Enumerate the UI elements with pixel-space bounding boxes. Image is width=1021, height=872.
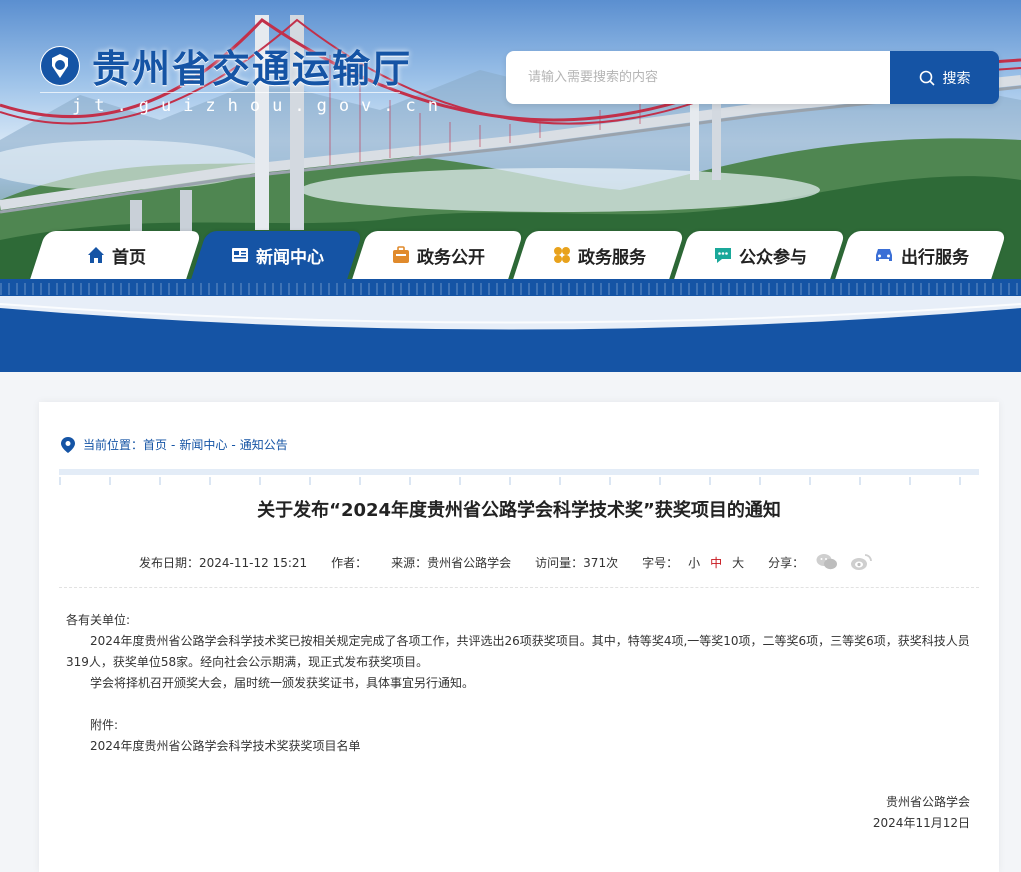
- article-card: 当前位置： 首页 - 新闻中心 - 通知公告 关于发布“2024年度贵州省公路学…: [39, 402, 999, 872]
- signature-date: 2024年11月12日: [872, 816, 970, 830]
- weibo-icon[interactable]: [850, 553, 873, 571]
- logo-divider: [40, 92, 400, 93]
- salutation: 各有关单位:: [66, 613, 131, 627]
- section-divider: [59, 469, 979, 475]
- search-input[interactable]: [506, 51, 890, 104]
- paragraph: 学会将择机召开颁奖大会，届时统一颁发获奖证书，具体事宜另行通知。: [90, 676, 475, 690]
- nav-item-label: 政务公开: [417, 247, 485, 268]
- breadcrumb-news-center[interactable]: 新闻中心: [179, 436, 227, 453]
- chat-icon: [715, 248, 731, 263]
- nav-item-label: 首页: [112, 247, 146, 268]
- nav-item-gov-services[interactable]: 政务服务: [513, 231, 685, 279]
- article-meta: 发布日期：2024-11-12 15:21 作者： 来源：贵州省公路学会 访问量…: [139, 553, 873, 571]
- nav-item-news[interactable]: 新闻中心: [191, 231, 363, 279]
- site-title: 贵州省交通运输厅: [92, 47, 413, 91]
- font-size-label: 字号：: [642, 555, 679, 570]
- emblem-icon: [40, 45, 80, 86]
- font-size-small[interactable]: 小: [688, 554, 700, 571]
- car-icon: [876, 249, 892, 261]
- nav-item-label: 政务服务: [578, 247, 646, 268]
- nav-item-public-participation[interactable]: 公众参与: [674, 231, 846, 279]
- header-curve: [0, 296, 1021, 330]
- location-pin-icon: [61, 436, 75, 453]
- grid-flower-icon: [554, 247, 570, 263]
- attachment-label: 附件:: [90, 718, 119, 732]
- article-body: 各有关单位: 2024年度贵州省公路学会科学技术奖已按相关规定完成了各项工作，共…: [66, 610, 976, 834]
- nav-item-label: 新闻中心: [256, 247, 324, 268]
- header-banner: 贵州省交通运输厅 jt.guizhou.gov.cn 搜索 首页 新闻中心: [0, 0, 1021, 372]
- news-icon: [232, 248, 248, 262]
- search-icon: [919, 70, 935, 86]
- nav-item-gov-affairs[interactable]: 政务公开: [352, 231, 524, 279]
- search-button[interactable]: 搜索: [890, 51, 999, 104]
- home-icon: [88, 247, 104, 263]
- search-button-label: 搜索: [942, 70, 971, 87]
- briefcase-icon: [393, 246, 409, 263]
- paragraph: 2024年度贵州省公路学会科学技术奖已按相关规定完成了各项工作，共评选出26项获…: [66, 634, 970, 669]
- nav-item-label: 公众参与: [739, 247, 807, 268]
- source: 来源：贵州省公路学会: [391, 555, 512, 570]
- nav-item-label: 出行服务: [901, 247, 969, 268]
- site-domain: jt.guizhou.gov.cn: [72, 96, 450, 116]
- nav-item-home[interactable]: 首页: [30, 231, 202, 279]
- article-title: 关于发布“2024年度贵州省公路学会科学技术奖”获奖项目的通知: [257, 500, 781, 521]
- publish-date: 发布日期：2024-11-12 15:21: [139, 555, 308, 570]
- breadcrumb-notices[interactable]: 通知公告: [240, 436, 288, 453]
- signature-org: 贵州省公路学会: [885, 795, 970, 809]
- view-count: 访问量：371次: [535, 555, 619, 570]
- breadcrumb-separator: -: [231, 437, 236, 452]
- attachment-link[interactable]: 2024年度贵州省公路学会科学技术奖获奖项目名单: [66, 736, 976, 757]
- meta-divider: [59, 587, 979, 588]
- share-label: 分享：: [768, 555, 805, 570]
- breadcrumb-home[interactable]: 首页: [143, 436, 167, 453]
- breadcrumb: 当前位置： 首页 - 新闻中心 - 通知公告: [61, 436, 288, 453]
- nav-item-travel-services[interactable]: 出行服务: [835, 231, 1007, 279]
- font-size-large[interactable]: 大: [732, 554, 744, 571]
- search-bar: 搜索: [506, 51, 999, 104]
- site-logo[interactable]: 贵州省交通运输厅: [40, 38, 412, 93]
- breadcrumb-prefix: 当前位置：: [83, 438, 144, 452]
- breadcrumb-separator: -: [171, 437, 176, 452]
- wechat-icon[interactable]: [816, 553, 838, 571]
- font-size-medium[interactable]: 中: [710, 554, 722, 571]
- author: 作者：: [331, 555, 368, 570]
- main-nav: 首页 新闻中心 政务公开 政务服务 公众参与 出行服务: [30, 231, 1007, 279]
